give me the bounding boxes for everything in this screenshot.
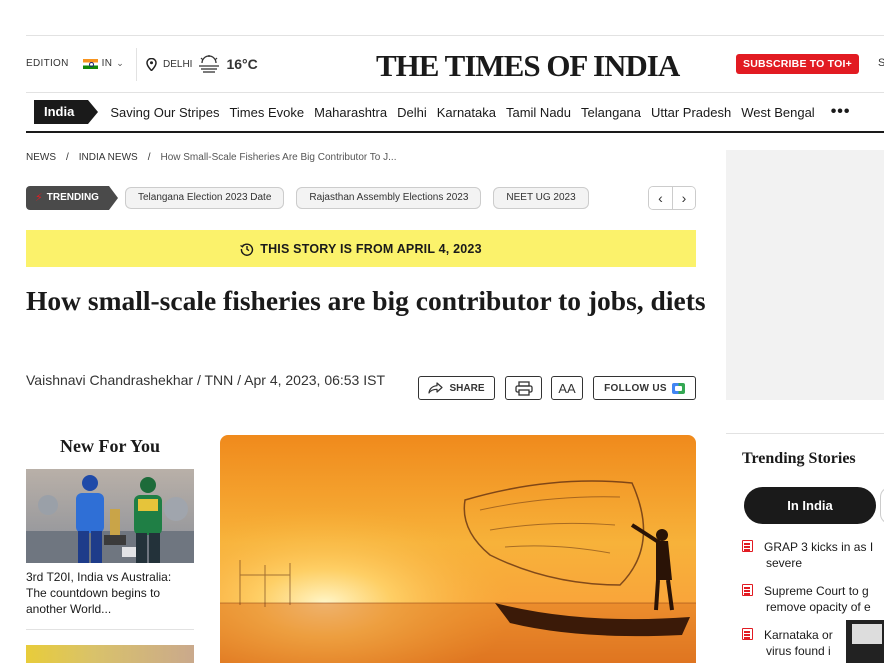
nav-item-india-active[interactable]: India [34,100,99,124]
nav-items: Saving Our Stripes Times Evoke Maharasht… [110,105,814,120]
divider [26,629,194,630]
site-logo[interactable]: THE TIMES OF INDIA [376,48,680,84]
trending-stories-title: Trending Stories [742,450,856,467]
new-for-you-thumbnail[interactable] [26,469,194,563]
trending-chip[interactable]: NEET UG 2023 [493,187,589,209]
new-for-you-headline[interactable]: 3rd T20I, India vs Australia: The countd… [26,569,194,617]
nav-item[interactable]: Karnataka [437,105,496,120]
article-icon [742,540,753,552]
article-headline: How small-scale fisheries are big contri… [26,285,706,316]
article-actions: SHARE AA FOLLOW US [418,376,696,400]
story-date-banner: THIS STORY IS FROM APRIL 4, 2023 [26,230,696,267]
divider [136,48,137,81]
lightning-icon: ⚡ [35,192,43,204]
trending-text: TRENDING [46,192,99,203]
weather-icon [199,55,220,73]
share-label: SHARE [449,382,485,394]
city-name: DELHI [163,58,193,70]
font-size-button[interactable]: AA [551,376,583,400]
trending-bar: ⚡ TRENDING Telangana Election 2023 Date … [26,186,696,210]
header-link-truncated[interactable]: S [878,57,884,69]
nav-item[interactable]: Saving Our Stripes [110,105,219,120]
subscribe-button[interactable]: SUBSCRIBE TO TOI+ [736,54,859,74]
article-icon [742,584,753,596]
print-button[interactable] [505,376,542,400]
follow-label: FOLLOW US [604,382,667,394]
temperature: 16°C [226,56,258,72]
new-for-you-title: New For You [60,436,160,456]
nav-item[interactable]: Telangana [581,105,641,120]
top-header: EDITION IN ⌄ DELHI 16°C THE TIMES OF IND… [26,35,884,92]
india-flag-icon [82,58,98,69]
share-button[interactable]: SHARE [418,376,495,400]
advertisement-slot [726,150,884,400]
trending-label: ⚡ TRENDING [26,186,118,210]
location-pin-icon [146,57,157,71]
edition-value: IN [101,58,113,69]
nav-item[interactable]: Delhi [397,105,427,120]
tab-in-india[interactable]: In India [744,487,876,524]
breadcrumb: NEWS / INDIA NEWS / How Small-Scale Fish… [26,152,396,163]
floating-video-thumbnail[interactable] [846,620,884,663]
breadcrumb-separator: / [147,152,151,163]
chevron-right-icon[interactable]: › [672,187,695,209]
article-byline: Vaishnavi Chandrashekhar / TNN / Apr 4, … [26,372,386,388]
chevron-left-icon[interactable]: ‹ [649,187,672,209]
nav-item[interactable]: Tamil Nadu [506,105,571,120]
trending-story-item[interactable]: GRAP 3 kicks in as I severe [742,539,884,571]
nav-item[interactable]: Uttar Pradesh [651,105,731,120]
story-line: severe [766,556,803,570]
article-icon [742,628,753,640]
new-for-you-thumbnail-2[interactable] [26,645,194,663]
story-date-text: THIS STORY IS FROM APRIL 4, 2023 [260,241,482,256]
nav-item[interactable]: Maharashtra [314,105,387,120]
breadcrumb-india-news[interactable]: INDIA NEWS [79,152,138,163]
nav-item[interactable]: West Bengal [741,105,814,120]
trending-scroll: ‹ › [648,186,696,210]
story-line: GRAP 3 kicks in as I [764,540,874,554]
edition-selector[interactable]: EDITION IN ⌄ [26,58,124,69]
weather-widget[interactable]: DELHI 16°C [146,55,258,73]
story-line: Supreme Court to g [764,584,869,598]
main-nav: India Saving Our Stripes Times Evoke Mah… [26,92,884,133]
breadcrumb-news[interactable]: NEWS [26,152,56,163]
share-icon [428,382,444,394]
follow-us-button[interactable]: FOLLOW US [593,376,696,400]
history-clock-icon [240,243,254,256]
print-icon [514,380,533,396]
tab-next[interactable] [880,487,884,524]
trending-chip[interactable]: Telangana Election 2023 Date [124,187,285,209]
story-line: Karnataka or [764,628,833,642]
trending-chip[interactable]: Rajasthan Assembly Elections 2023 [296,187,482,209]
article-hero-image [220,435,696,663]
more-menu-icon[interactable]: ••• [831,103,851,121]
story-line: remove opacity of e [766,600,871,614]
breadcrumb-current: How Small-Scale Fisheries Are Big Contri… [160,152,397,163]
breadcrumb-separator: / [66,152,69,163]
nav-item[interactable]: Times Evoke [229,105,304,120]
google-news-icon [671,382,685,394]
trending-story-item[interactable]: Supreme Court to g remove opacity of e [742,583,884,615]
edition-label: EDITION [26,58,69,69]
chevron-down-icon: ⌄ [116,58,125,68]
